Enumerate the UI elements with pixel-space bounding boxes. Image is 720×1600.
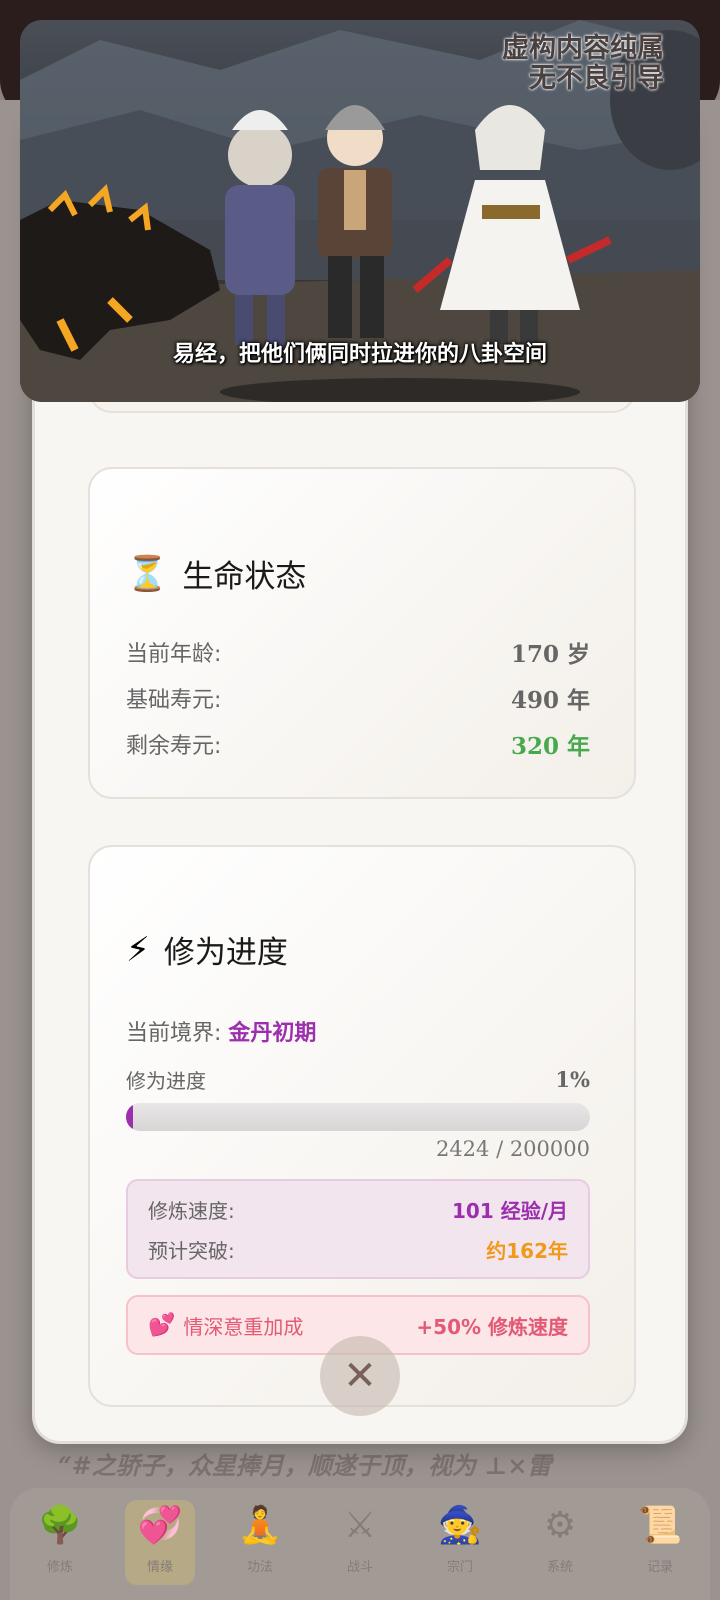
person-icon: 🧘 (237, 1505, 283, 1546)
realm-value: 金丹初期 (228, 1021, 317, 1046)
swords-icon: ⚔ (343, 1505, 377, 1546)
base-lifespan-label: 基础寿元: (126, 688, 222, 713)
nav-item-sect[interactable]: 🧙 宗门 (425, 1500, 495, 1585)
nav-label: 记录 (646, 1560, 673, 1575)
gear-icon: ⚙ (543, 1505, 577, 1546)
experience-count: 2424 / 200000 (435, 1137, 590, 1161)
video-overlay[interactable]: 虚构内容纯属 无不良引导 易经，把他们俩同时拉进你的八卦空间 (20, 20, 700, 402)
remaining-lifespan-row: 剩余寿元: 320 年 (126, 727, 590, 761)
video-subtitle: 易经，把他们俩同时拉进你的八卦空间 (172, 342, 547, 367)
life-status-title: 生命状态 (182, 559, 307, 595)
nav-label: 修炼 (46, 1560, 73, 1575)
close-button[interactable]: ✕ (320, 1336, 400, 1416)
realm-label: 当前境界: (126, 1021, 222, 1046)
nav-item-romance[interactable]: 💞 情缘 (125, 1500, 195, 1585)
hearts-icon: 💕 (148, 1312, 176, 1338)
life-status-header: ⏳ 生命状态 (126, 551, 306, 596)
breakthrough-label: 预计突破: (148, 1239, 235, 1263)
age-row: 当前年龄: 170 岁 (126, 635, 590, 669)
realm-line: 当前境界: 金丹初期 (126, 1015, 316, 1047)
bonus-left: 💕 情深意重加成 (148, 1311, 303, 1340)
bonus-value: +50% 修炼速度 (416, 1314, 568, 1339)
progress-percent: 1% (555, 1067, 590, 1092)
lightning-icon: ⚡ (126, 929, 150, 970)
age-value: 170 岁 (510, 641, 590, 668)
speed-row: 修炼速度: 101 经验/月 (148, 1195, 568, 1224)
watermark-line-1: 虚构内容纯属 (502, 33, 664, 64)
bonus-label: 情深意重加成 (183, 1314, 304, 1339)
nav-item-battle[interactable]: ⚔ 战斗 (325, 1500, 395, 1585)
progress-label: 修为进度 (126, 1069, 206, 1093)
speed-value: 101 经验/月 (451, 1199, 568, 1223)
video-watermark: 虚构内容纯属 无不良引导 (502, 34, 664, 94)
progress-bar-fill (126, 1103, 133, 1131)
cultivation-card: ⚡ 修为进度 当前境界: 金丹初期 修为进度 1% 2424 / 200000 … (88, 845, 636, 1407)
life-status-card: ⏳ 生命状态 当前年龄: 170 岁 基础寿元: 490 年 剩余寿元: 320… (88, 467, 636, 799)
scroll-icon: 📜 (637, 1505, 683, 1546)
progress-header: 修为进度 1% (126, 1065, 590, 1094)
background-story-text: “#之骄子，众星捧月，顺遂于顶，视为 ⊥×雷 (58, 1451, 552, 1480)
bottom-navigation: 🌳 修炼 💞 情缘 🧘 功法 ⚔ 战斗 🧙 宗门 ⚙ 系统 📜 记录 (10, 1488, 710, 1600)
remaining-lifespan-label: 剩余寿元: (126, 734, 222, 759)
nav-item-log[interactable]: 📜 记录 (625, 1500, 695, 1585)
nav-item-cultivate[interactable]: 🌳 修炼 (25, 1500, 95, 1585)
tree-icon: 🌳 (37, 1505, 83, 1546)
heart-icon: 💞 (137, 1505, 183, 1546)
breakthrough-value: 约162年 (486, 1239, 568, 1263)
nav-label: 系统 (546, 1560, 573, 1575)
cultivation-title: 修为进度 (163, 935, 288, 971)
cultivation-header: ⚡ 修为进度 (126, 927, 288, 972)
nav-label: 情缘 (146, 1560, 173, 1575)
nav-label: 功法 (246, 1560, 273, 1575)
breakthrough-row: 预计突破: 约162年 (148, 1235, 568, 1264)
remaining-lifespan-value: 320 年 (510, 733, 590, 760)
nav-item-skills[interactable]: 🧘 功法 (225, 1500, 295, 1585)
speed-info-box: 修炼速度: 101 经验/月 预计突破: 约162年 (126, 1179, 590, 1279)
speed-label: 修炼速度: (148, 1199, 235, 1223)
progress-bar (126, 1103, 590, 1131)
nav-label: 宗门 (446, 1560, 473, 1575)
nav-item-system[interactable]: ⚙ 系统 (525, 1500, 595, 1585)
nav-label: 战斗 (346, 1560, 373, 1575)
age-label: 当前年龄: (126, 642, 222, 667)
base-lifespan-row: 基础寿元: 490 年 (126, 681, 590, 715)
watermark-line-2: 无不良引导 (529, 63, 664, 94)
hourglass-icon: ⏳ (126, 553, 169, 594)
wizard-icon: 🧙 (437, 1505, 483, 1546)
base-lifespan-value: 490 年 (510, 687, 590, 714)
